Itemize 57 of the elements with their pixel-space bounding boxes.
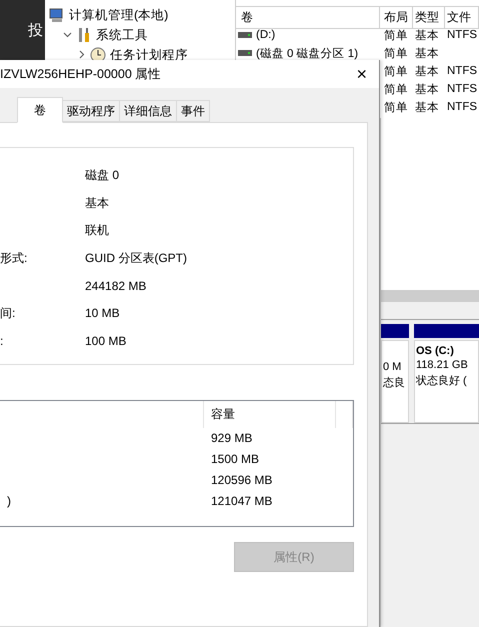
partition-box[interactable]: 0 M 态良 — [381, 340, 409, 423]
drive-icon — [238, 49, 252, 57]
table-cell-text: 929 MB — [210, 430, 254, 444]
table-cell-text: 简单 — [384, 82, 408, 96]
table-cell: NTFS — [447, 65, 478, 77]
tools-icon — [76, 27, 92, 43]
table-cell-text: 基本 — [415, 82, 439, 96]
field-value: 244182 MB — [85, 278, 148, 293]
partition-box[interactable]: OS (C:) 118.21 GB 状态良好 ( — [414, 340, 479, 423]
chevron-down-icon[interactable] — [63, 30, 72, 39]
field-value: 联机 — [85, 222, 110, 240]
table-cell-text: 基本 — [415, 28, 439, 42]
field-value: 10 MB — [85, 306, 121, 320]
column-header[interactable]: 卷 — [236, 6, 380, 29]
tree-item[interactable]: 计算机管理(本地) — [69, 6, 168, 24]
table-cell-text: 简单 — [384, 28, 408, 42]
table-cell-text: 基本 — [415, 46, 439, 60]
field-label: 间: — [0, 306, 16, 320]
tab[interactable]: 详细信息 — [119, 100, 177, 122]
volume-name: (磁盘 0 磁盘分区 1) — [256, 46, 358, 60]
tab[interactable]: 驱动程序 — [62, 100, 120, 122]
tab[interactable]: 事件 — [176, 100, 210, 122]
drive-icon — [238, 31, 252, 39]
close-button[interactable]: × — [352, 65, 371, 83]
scrollbar[interactable] — [381, 290, 479, 302]
partition-bar — [381, 324, 409, 338]
table-cell-text: 基本 — [415, 100, 439, 114]
table-cell-text: 简单 — [384, 100, 408, 114]
table-cell-text: 简单 — [384, 64, 408, 78]
table-cell: NTFS — [447, 101, 478, 113]
volume-name: (D:) — [256, 29, 276, 41]
column-header[interactable]: 容量 — [204, 401, 336, 428]
table-cell-text: 121047 MB — [210, 494, 274, 508]
table-cell: NTFS — [447, 29, 478, 41]
column-header[interactable]: 类型 — [413, 6, 445, 29]
partition-bar — [414, 324, 479, 338]
column-header[interactable]: 布局 — [380, 6, 413, 29]
field-value: GUID 分区表(GPT) — [85, 250, 188, 267]
dialog-title: IZVLW256HEHP-00000 属性 — [0, 66, 162, 82]
table-cell-text: ) — [6, 494, 11, 508]
table-cell-text: 简单 — [384, 46, 408, 60]
field-value: 基本 — [85, 194, 110, 212]
column-header[interactable]: 文件 — [445, 6, 479, 29]
chevron-right-icon[interactable] — [77, 50, 86, 59]
table-cell-text: 1500 MB — [210, 452, 260, 466]
field-value: 磁盘 0 — [85, 167, 120, 184]
field-value: 100 MB — [85, 334, 128, 348]
computer-icon — [49, 7, 65, 23]
tree-item[interactable]: 系统工具 — [96, 26, 148, 44]
tree-item[interactable]: 任务计划程序 — [110, 46, 188, 64]
table-cell-text: 基本 — [415, 64, 439, 78]
table-cell: NTFS — [447, 83, 478, 95]
field-label: : — [0, 334, 4, 348]
field-label: 形式: — [0, 250, 28, 265]
side-text: 投 — [28, 20, 43, 40]
tab[interactable]: 卷 — [17, 97, 63, 123]
table-cell-text: 120596 MB — [210, 472, 274, 486]
